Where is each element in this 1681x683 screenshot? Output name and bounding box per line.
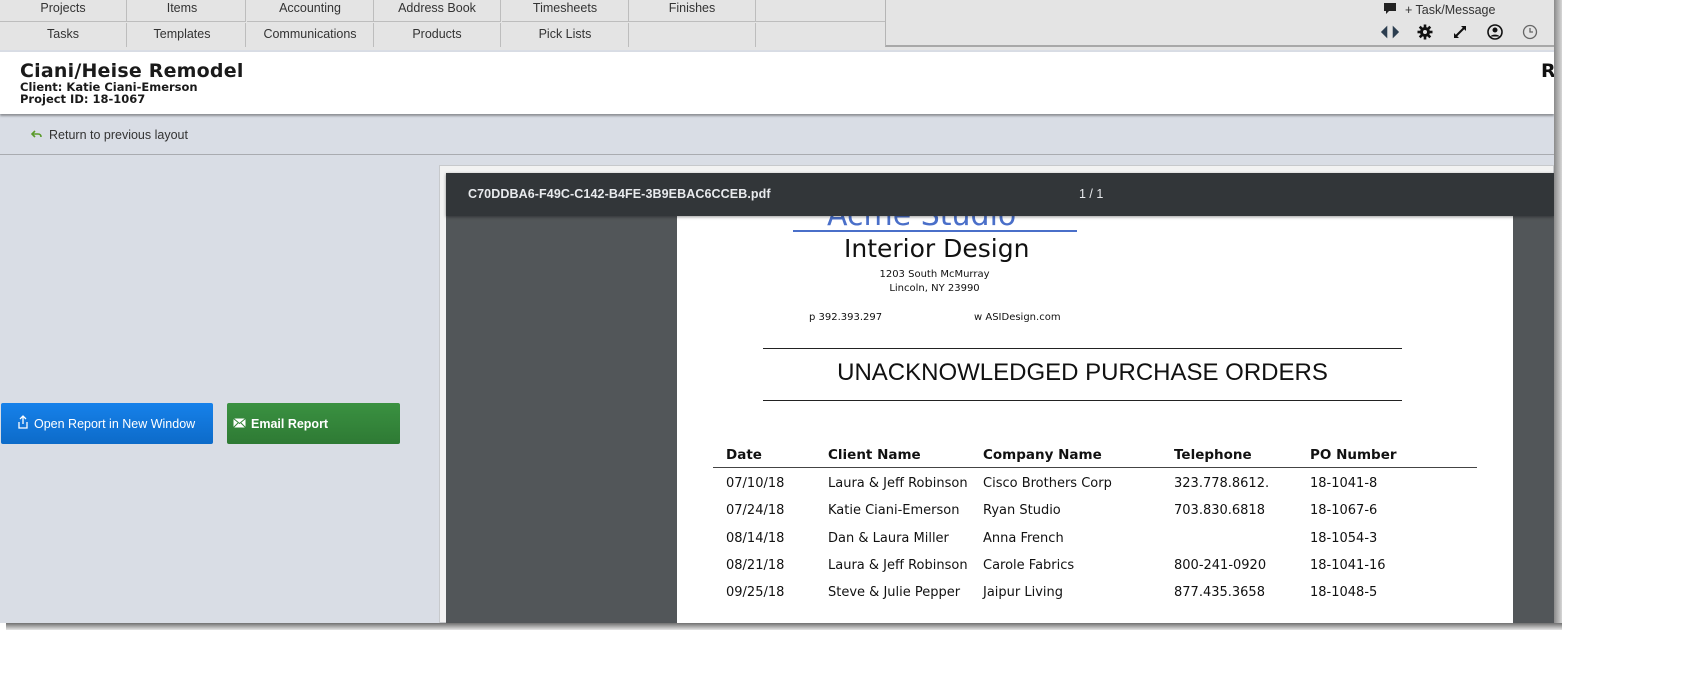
pdf-page-indicator: 1 / 1 (1079, 187, 1104, 201)
title-rule-bottom (763, 400, 1402, 401)
open-report-label: Open Report in New Window (34, 416, 196, 431)
cell-date: 08/14/18 (726, 530, 785, 546)
nav-tools: + Task/Message (885, 0, 1554, 47)
cell-telephone: 800-241-0920 (1174, 557, 1267, 573)
logo-underline (793, 230, 1077, 232)
prev-next-arrows-icon[interactable] (1380, 22, 1400, 42)
nav-empty-slot (756, 0, 886, 22)
nav-empty-slot (629, 23, 756, 47)
nav-timesheets[interactable]: Timesheets (502, 0, 629, 22)
app-window: Projects Items Accounting Address Book T… (0, 0, 1554, 623)
window-shadow (1554, 0, 1562, 628)
header-company-name: Company Name (983, 447, 1102, 463)
add-task-message-button[interactable]: + Task/Message (1383, 2, 1495, 18)
cell-company-name: Jaipur Living (983, 585, 1064, 601)
return-bar: Return to previous layout (0, 118, 1554, 155)
toolbar-icons (1380, 22, 1554, 42)
nav-empty-slot (756, 23, 886, 47)
nav-finishes[interactable]: Finishes (629, 0, 756, 22)
truncated-header-text: R (1541, 60, 1554, 82)
cell-po-number: 18-1048-5 (1310, 585, 1378, 601)
pdf-toolbar: C70DDBA6-F49C-C142-B4FE-3B9EBAC6CCEB.pdf… (446, 173, 1554, 216)
pdf-filename: C70DDBA6-F49C-C142-B4FE-3B9EBAC6CCEB.pdf (468, 187, 771, 201)
header-client-name: Client Name (828, 447, 921, 463)
cell-date: 07/10/18 (726, 476, 785, 491)
table-header-row: Date Client Name Company Name Telephone … (713, 445, 1477, 468)
pdf-page: Acme Studio Interior Design 1203 South M… (677, 216, 1513, 623)
email-report-label: Email Report (251, 416, 329, 431)
nav-items[interactable]: Items (119, 0, 246, 22)
table-row: 09/25/18 Steve & Julie Pepper Jaipur Liv… (713, 577, 1477, 604)
table-row: 07/10/18 Laura & Jeff Robinson Cisco Bro… (713, 468, 1477, 495)
table-row: 08/21/18 Laura & Jeff Robinson Carole Fa… (713, 550, 1477, 577)
return-arrow-icon (30, 128, 42, 142)
cell-client-name: Laura & Jeff Robinson (828, 557, 968, 573)
cell-company-name: Cisco Brothers Corp (983, 476, 1112, 491)
cell-company-name: Carole Fabrics (983, 557, 1075, 573)
table-row: 08/14/18 Dan & Laura Miller Anna French … (713, 523, 1477, 550)
cell-date: 07/24/18 (726, 503, 785, 519)
nav-projects[interactable]: Projects (0, 0, 127, 22)
cell-date: 08/21/18 (726, 557, 785, 573)
nav-products[interactable]: Products (374, 23, 501, 47)
envelope-icon (233, 417, 246, 431)
cell-telephone: 877.435.3658 (1174, 585, 1265, 601)
nav-accounting[interactable]: Accounting (247, 0, 374, 22)
cell-telephone: 323.778.8612. (1174, 476, 1270, 491)
share-upload-icon (17, 415, 29, 432)
nav-tasks[interactable]: Tasks (0, 23, 127, 47)
cell-client-name: Dan & Laura Miller (828, 530, 949, 546)
nav-address-book[interactable]: Address Book (374, 0, 501, 22)
address-line-2: Lincoln, NY 23990 (889, 283, 980, 294)
cell-po-number: 18-1041-16 (1310, 557, 1386, 573)
return-link-label: Return to previous layout (49, 128, 188, 142)
header-po-number: PO Number (1310, 447, 1397, 463)
clock-icon[interactable] (1520, 22, 1540, 42)
expand-icon[interactable] (1450, 22, 1470, 42)
gear-icon[interactable] (1415, 22, 1435, 42)
title-rule-top (763, 348, 1402, 349)
top-navigation: Projects Items Accounting Address Book T… (0, 0, 1554, 50)
header-date: Date (726, 447, 762, 463)
header-telephone: Telephone (1174, 447, 1252, 463)
user-icon[interactable] (1485, 22, 1505, 42)
open-report-new-window-button[interactable]: Open Report in New Window (1, 403, 213, 444)
cell-company-name: Ryan Studio (983, 503, 1061, 519)
company-tagline: Interior Design (844, 234, 1030, 263)
cell-client-name: Katie Ciani-Emerson (828, 503, 960, 519)
report-title: UNACKNOWLEDGED PURCHASE ORDERS (837, 359, 1328, 386)
nav-pick-lists[interactable]: Pick Lists (502, 23, 629, 47)
add-task-message-label: + Task/Message (1405, 3, 1496, 17)
cell-company-name: Anna French (983, 530, 1064, 546)
cell-po-number: 18-1054-3 (1310, 530, 1378, 546)
address-line-1: 1203 South McMurray (879, 269, 990, 280)
company-phone: p 392.393.297 (809, 312, 883, 323)
nav-communications[interactable]: Communications (247, 23, 374, 47)
cell-client-name: Steve & Julie Pepper (828, 585, 961, 601)
company-website: w ASIDesign.com (974, 312, 1061, 323)
project-title: Ciani/Heise Remodel (20, 60, 244, 82)
cell-po-number: 18-1041-8 (1310, 476, 1378, 491)
email-report-button[interactable]: Email Report (227, 403, 400, 444)
module-menu: Projects Items Accounting Address Book T… (0, 0, 886, 47)
purchase-orders-table: Date Client Name Company Name Telephone … (713, 445, 1477, 604)
cell-po-number: 18-1067-6 (1310, 503, 1378, 519)
table-row: 07/24/18 Katie Ciani-Emerson Ryan Studio… (713, 495, 1477, 522)
nav-templates[interactable]: Templates (119, 23, 246, 47)
window-shadow (6, 623, 1562, 630)
cell-telephone: 703.830.6818 (1174, 503, 1265, 519)
cell-client-name: Laura & Jeff Robinson (828, 476, 968, 491)
cell-date: 09/25/18 (726, 585, 785, 601)
project-header: Ciani/Heise Remodel Client: Katie Ciani-… (0, 52, 1554, 114)
return-to-previous-layout-link[interactable]: Return to previous layout (30, 128, 188, 142)
project-id: Project ID: 18-1067 (20, 92, 146, 106)
speech-bubble-icon (1383, 2, 1397, 18)
